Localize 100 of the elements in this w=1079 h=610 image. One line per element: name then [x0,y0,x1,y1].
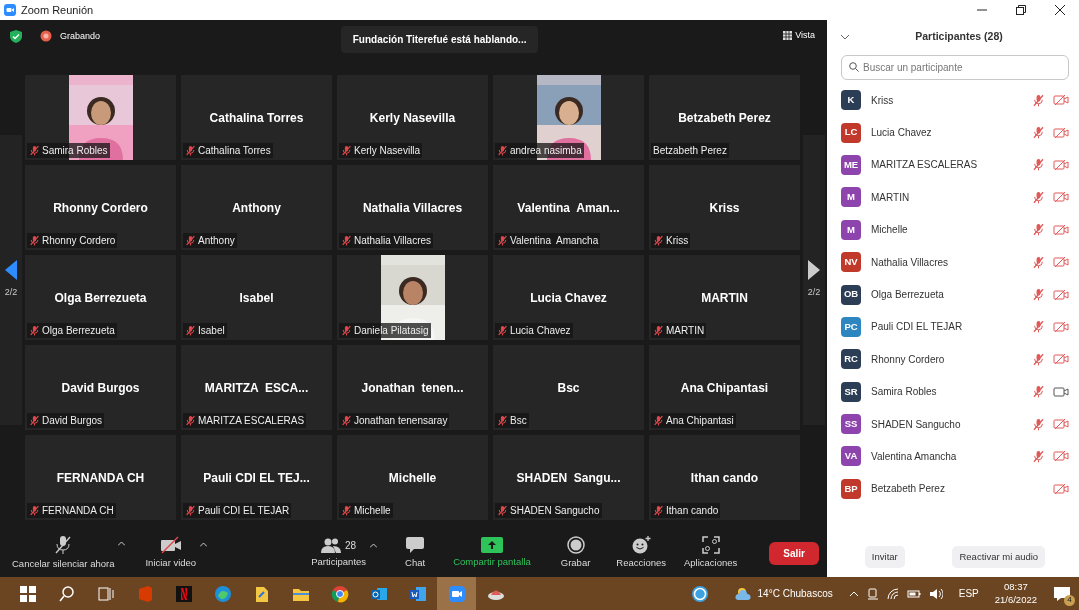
chevron-up-icon[interactable] [848,590,859,597]
avatar: VA [841,446,861,467]
task-view-icon[interactable] [96,584,115,603]
next-page-icon[interactable] [808,260,820,281]
participant-name: Valentina Amancha [871,450,958,464]
participant-name: MARITZA ESCALERAS [871,158,979,173]
wifi-icon[interactable] [886,587,899,600]
participant-name: Betzabeth Perez [678,109,771,127]
edge-icon[interactable] [213,584,232,603]
windows-start-icon[interactable] [18,584,37,603]
clock-time[interactable]: 08:37 [1003,581,1028,594]
participant-count: 28 [345,538,357,553]
language-indicator[interactable]: ESP [958,586,979,601]
participant-label: MARTIN [666,324,705,338]
view-button[interactable]: Vista [779,26,819,46]
caret-up-icon[interactable] [370,543,378,549]
muted-mic-icon [29,235,40,246]
speaker-icon[interactable] [928,587,943,600]
document-app-icon[interactable] [408,584,427,603]
page-indicator: 2/2 [807,286,821,300]
avatar: M [841,219,861,240]
participant-name: Olga Berrezueta [871,288,945,303]
toolbar-button[interactable]: Chat [401,536,430,571]
participant-name: Betzabeth Perez [871,482,946,497]
toolbar-button[interactable]: Compartir pantalla [449,537,535,570]
participant-label: Pauli CDI EL TEJAR [198,504,290,518]
participant-label: Daniela Pilatasig [354,324,429,338]
weather-icon [733,585,754,602]
participant-name: Anthony [232,199,281,217]
previous-page-icon[interactable] [5,260,17,281]
avatar: ME [841,154,861,175]
avatar: LC [841,122,861,143]
muted-mic-icon [497,415,508,426]
grid-icon [783,31,793,41]
participant-name: Pauli CDI EL TEJ... [203,469,310,487]
muted-mic-icon [29,505,40,516]
muted-mic-icon [341,325,352,336]
shield-icon[interactable] [10,30,22,43]
toolbar-button[interactable]: Aplicaciones [680,536,742,571]
zoom-logo-icon [4,4,16,16]
avatar: SS [841,414,861,435]
participant-name: Pauli CDI EL TEJAR [871,320,964,335]
caret-up-icon[interactable] [118,541,126,547]
avatar: BP [841,478,861,499]
toolbar-button[interactable]: Reacciones [612,536,670,571]
participant-label: Cathalina Torres [198,144,271,158]
participant-name: Michelle [388,469,437,487]
toolbar-button[interactable]: Cancelar silenciar ahora [8,535,119,572]
search-field[interactable]: Buscar un participante [841,55,1069,80]
battery-icon[interactable] [906,587,921,600]
notification-count: 4 [1064,594,1075,606]
chevron-down-icon[interactable] [841,34,849,40]
muted-mic-icon [497,325,508,336]
clock-date[interactable]: 21/6/2022 [994,593,1037,606]
avatar: PC [841,316,861,337]
participant-name: Nathalia Villacres [362,199,463,217]
participant-label: MARITZA ESCALERAS [198,414,305,428]
participant-label: Kerly Nasevilla [354,144,421,158]
muted-mic-icon [653,235,664,246]
participant-label: Betzabeth Perez [653,144,727,158]
notification-icon[interactable] [1053,585,1071,602]
participant-name: Isabel [239,289,274,307]
muted-mic-icon [341,415,352,426]
participant-name: MARITZA ESCA... [204,379,309,397]
panel-button[interactable]: Invitar [864,545,905,568]
smiley-icon [631,536,652,555]
muted-mic-icon [497,505,508,516]
participant-label: Jonathan tenensaray [354,414,448,428]
toolbar-button[interactable]: Grabar [556,536,595,571]
participant-label: Rhonny Cordero [42,234,116,248]
zoom-app-icon[interactable] [447,584,466,603]
muted-mic-icon [185,415,196,426]
participant-name: SHADEN Sangucho [871,417,962,432]
muted-mic-icon [185,325,196,336]
streaming-app-icon[interactable] [174,584,193,603]
page-indicator: 2/2 [4,286,18,300]
participant-label: Kriss [666,234,689,248]
weather-text[interactable]: 14°C Chubascos [757,586,833,601]
participant-label: Ana Chipantasi [666,414,734,428]
panel-button[interactable]: Reactivar mi audio [952,545,1046,568]
participant-name: Jonathan tenen... [361,379,464,397]
toolbar-button[interactable]: Iniciar video [141,536,201,571]
leave-button[interactable]: Salir [769,542,819,565]
participant-name: Bsc [557,379,580,397]
muted-mic-icon [185,145,196,156]
participant-label: Anthony [198,234,235,248]
avatar: RC [841,349,861,370]
people-icon [321,537,342,554]
search-icon[interactable] [57,584,76,603]
participant-name: FERNANDA CH [56,469,145,487]
avatar: NV [841,252,861,273]
participant-label: Samira Robles [42,144,108,158]
muted-mic-icon [497,235,508,246]
chrome-icon[interactable] [330,584,349,603]
participant-label: Ithan cando [666,504,719,518]
participant-label: Lucia Chavez [510,324,571,338]
caret-up-icon[interactable] [200,542,208,548]
toolbar-button[interactable]: 28 Participantes [307,537,371,570]
participant-name: SHADEN Sangu... [516,469,621,487]
participant-name: Ithan cando [690,469,759,487]
